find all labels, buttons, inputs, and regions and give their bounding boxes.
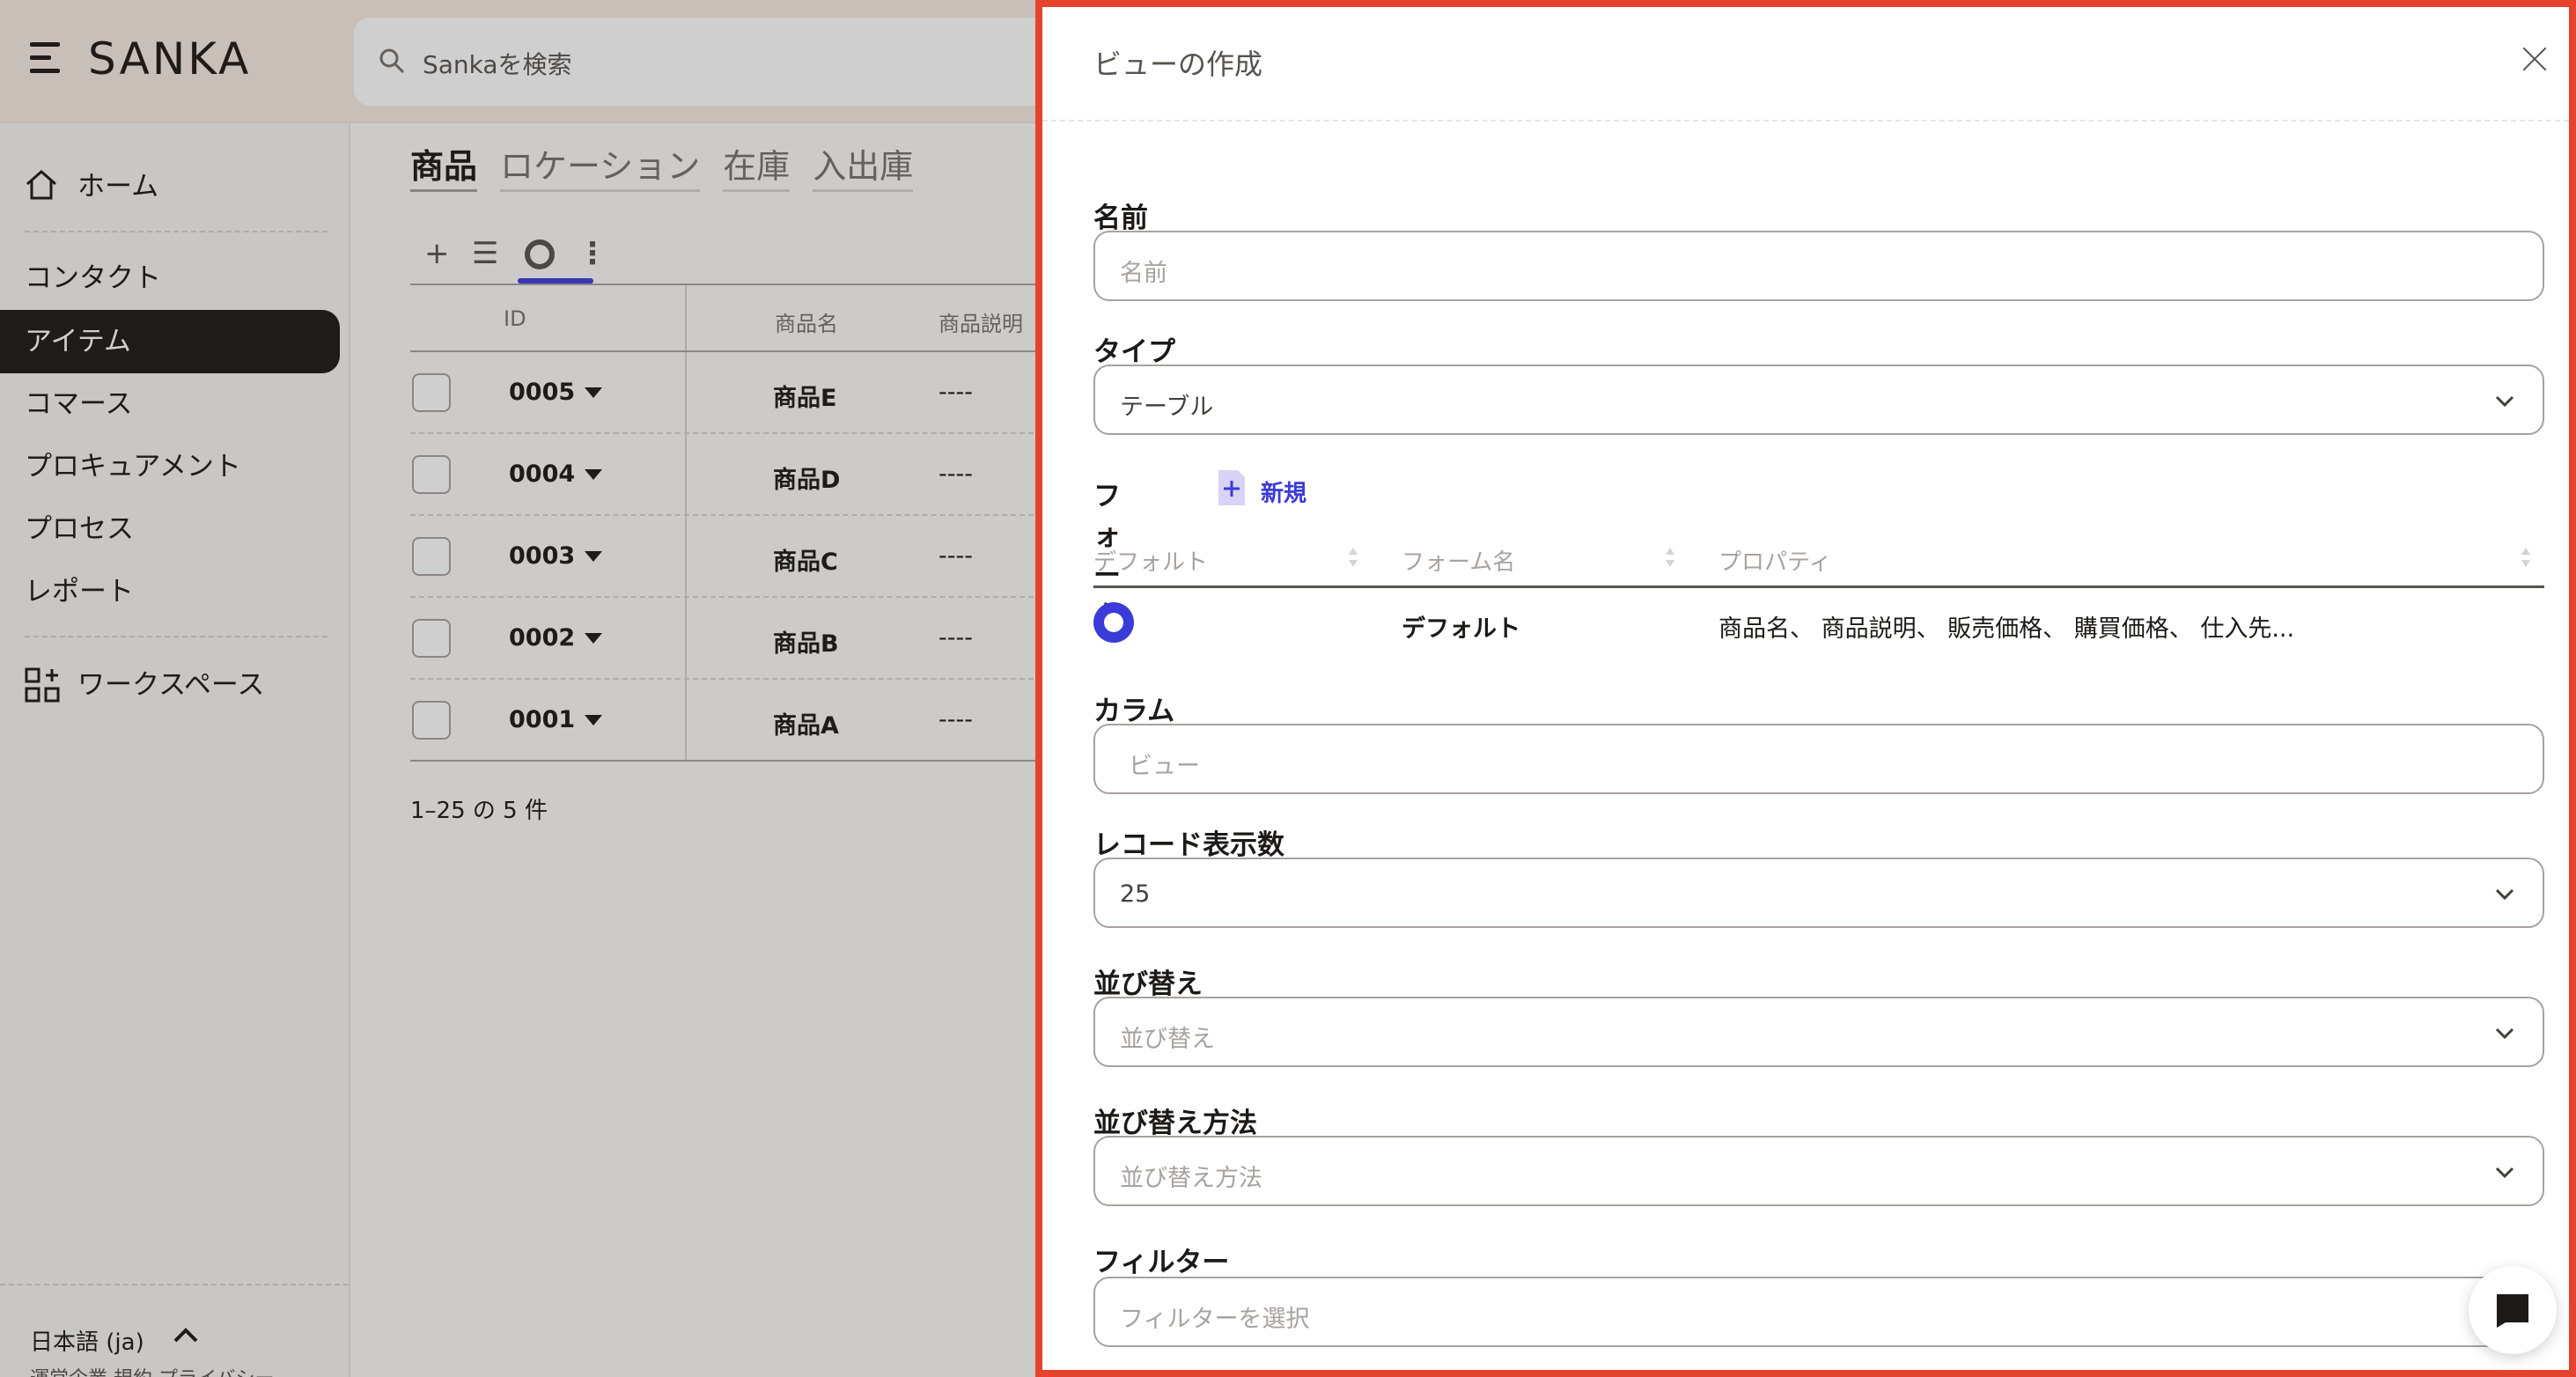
sort-icon[interactable] (1664, 544, 1676, 571)
name-placeholder: 名前 (1120, 260, 1167, 287)
default-form-radio[interactable] (1093, 602, 1134, 643)
records-select[interactable]: 25 (1093, 858, 2544, 928)
drawer-header: ビューの作成 (1042, 7, 2569, 122)
columns-placeholder: ビュー (1129, 753, 1200, 780)
form-row[interactable]: デフォルト 商品名、 商品説明、 販売価格、 購買価格、 仕入先... (1093, 588, 2544, 662)
chevron-down-icon (2495, 1027, 2514, 1040)
chevron-down-icon (2495, 395, 2514, 408)
chat-button[interactable] (2469, 1266, 2557, 1354)
new-form-icon[interactable] (1217, 468, 1247, 507)
columns-input[interactable]: ビュー (1093, 724, 2544, 794)
name-input[interactable]: 名前 (1093, 231, 2544, 301)
name-label: 名前 (1093, 202, 1148, 234)
chat-icon (2497, 1294, 2528, 1328)
type-select[interactable]: テーブル (1093, 364, 2544, 435)
header-form-name[interactable]: フォーム名 (1402, 544, 1515, 577)
sort-icon[interactable] (2520, 544, 2532, 571)
chevron-down-icon (2495, 1167, 2514, 1179)
drawer-title: ビューの作成 (1093, 48, 1263, 81)
sort-select[interactable]: 並び替え (1093, 997, 2544, 1067)
filter-label: フィルター (1093, 1247, 1230, 1278)
new-form-button[interactable]: 新規 (1261, 475, 1306, 508)
records-value: 25 (1120, 880, 1151, 908)
sort-method-select[interactable]: 並び替え方法 (1093, 1136, 2544, 1206)
form-table-header: デフォルト フォーム名 プロパティ (1093, 532, 2544, 588)
sort-label: 並び替え (1093, 968, 1203, 1000)
columns-label: カラム (1093, 696, 1175, 727)
filter-placeholder: フィルターを選択 (1120, 1306, 1310, 1333)
sort-method-label: 並び替え方法 (1093, 1108, 1257, 1139)
form-table: デフォルト フォーム名 プロパティ デフォルト 商品名、 商品説明、 販売価格、… (1093, 532, 2544, 662)
header-properties[interactable]: プロパティ (1719, 544, 1831, 577)
create-view-drawer: ビューの作成 名前 名前 タイプ テーブル フォーム 新規 デフォルト フォーム… (1035, 0, 2576, 1377)
form-name: デフォルト (1402, 615, 1520, 643)
filter-select[interactable]: フィルターを選択 (1093, 1277, 2544, 1347)
type-value: テーブル (1120, 394, 1214, 421)
records-label: レコード表示数 (1093, 829, 1284, 861)
sort-method-placeholder: 並び替え方法 (1120, 1165, 1262, 1192)
chevron-down-icon (2495, 888, 2514, 901)
form-properties: 商品名、 商品説明、 販売価格、 購買価格、 仕入先... (1719, 615, 2295, 643)
header-default[interactable]: デフォルト (1093, 544, 1208, 577)
sort-icon[interactable] (1347, 544, 1359, 571)
close-icon[interactable] (2521, 46, 2548, 72)
type-label: タイプ (1093, 336, 1175, 368)
sort-placeholder: 並び替え (1120, 1026, 1215, 1053)
